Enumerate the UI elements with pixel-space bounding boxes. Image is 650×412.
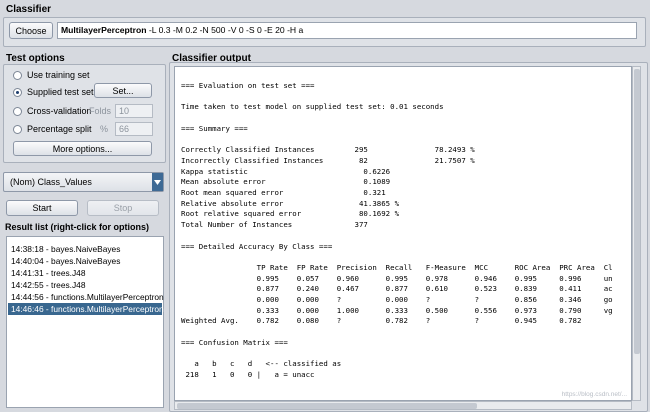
- folds-label: Folds: [89, 106, 112, 116]
- output-line: Relative absolute error 41.3865 %: [181, 198, 400, 208]
- result-list-item[interactable]: 14:44:56 - functions.MultilayerPerceptro…: [8, 291, 164, 303]
- cross-validation-radio[interactable]: [13, 107, 22, 116]
- folds-input[interactable]: 10: [115, 104, 153, 118]
- choose-button[interactable]: Choose: [9, 22, 53, 39]
- percentage-split-label: Percentage split: [27, 124, 92, 134]
- output-line: Root relative squared error 80.1692 %: [181, 209, 400, 219]
- classifier-algorithm-name: MultilayerPerceptron: [61, 25, 147, 35]
- stop-button[interactable]: Stop: [87, 200, 159, 216]
- more-options-button[interactable]: More options...: [13, 141, 152, 156]
- output-line: 0.877 0.240 0.467 0.877 0.610 0.523 0.83…: [181, 284, 613, 294]
- watermark: https://blog.csdn.net/...: [561, 391, 627, 398]
- classifier-config-field[interactable]: MultilayerPerceptron -L 0.3 -M 0.2 -N 50…: [57, 22, 637, 39]
- percent-symbol: %: [100, 124, 109, 134]
- supplied-test-set-radio[interactable]: [13, 88, 22, 97]
- output-line: Mean absolute error 0.1089: [181, 177, 391, 187]
- output-vertical-scrollbar[interactable]: [632, 66, 641, 401]
- output-line: Incorrectly Classified Instances 82 21.7…: [181, 155, 475, 165]
- output-line: 0.000 0.000 ? 0.000 ? ? 0.856 0.346 go: [181, 295, 613, 304]
- result-list-title: Result list (right-click for options): [5, 222, 150, 232]
- result-list-item[interactable]: 14:41:31 - trees.J48: [8, 267, 162, 279]
- output-line: === Summary ===: [181, 123, 248, 133]
- output-line: a b c d <-- classified as: [181, 359, 342, 369]
- class-attribute-value: (Nom) Class_Values: [10, 177, 92, 187]
- percentage-split-radio[interactable]: [13, 125, 22, 134]
- output-line: Kappa statistic 0.6226: [181, 166, 391, 176]
- use-training-set-label: Use training set: [27, 70, 90, 80]
- output-line: Root mean squared error 0.321: [181, 188, 386, 197]
- output-horizontal-scrollbar[interactable]: [174, 401, 632, 410]
- output-line: Weighted Avg. 0.782 0.080 ? 0.782 ? ? 0.…: [181, 316, 582, 326]
- output-line: 0.333 0.000 1.000 0.333 0.500 0.556 0.97…: [181, 305, 613, 315]
- output-line: 0.995 0.057 0.960 0.995 0.978 0.946 0.99…: [181, 273, 613, 283]
- classifier-section-title: Classifier: [6, 4, 52, 15]
- vertical-scroll-thumb[interactable]: [634, 69, 640, 354]
- output-line: Time taken to test model on supplied tes…: [181, 102, 444, 112]
- output-line: === Confusion Matrix ===: [181, 337, 288, 347]
- output-line: 218 1 0 0 | a = unacc: [181, 369, 315, 379]
- result-list-item[interactable]: 14:40:04 - bayes.NaiveBayes: [8, 255, 162, 267]
- dropdown-arrow-icon[interactable]: [152, 173, 163, 191]
- output-line: TP Rate FP Rate Precision Recall F-Measu…: [181, 262, 613, 272]
- classifier-options: -L 0.3 -M 0.2 -N 500 -V 0 -S 0 -E 20 -H …: [146, 25, 304, 35]
- test-options-title: Test options: [6, 53, 65, 64]
- cross-validation-label: Cross-validation: [27, 106, 92, 116]
- output-line: Total Number of Instances 377: [181, 220, 368, 230]
- output-line: === Evaluation on test set ===: [181, 81, 315, 90]
- supplied-test-set-label: Supplied test set: [27, 87, 94, 97]
- set-test-set-button[interactable]: Set...: [94, 83, 152, 98]
- output-line: Correctly Classified Instances 295 78.24…: [181, 145, 475, 155]
- horizontal-scroll-thumb[interactable]: [177, 403, 477, 409]
- classifier-output-text[interactable]: === Evaluation on test set === Time taken…: [174, 66, 632, 401]
- use-training-set-radio[interactable]: [13, 71, 22, 80]
- percentage-input[interactable]: 66: [115, 122, 153, 136]
- result-list-item-selected[interactable]: 14:46:46 - functions.MultilayerPerceptro…: [8, 303, 164, 315]
- result-list-item[interactable]: 14:38:18 - bayes.NaiveBayes: [8, 243, 162, 255]
- start-button[interactable]: Start: [6, 200, 78, 216]
- class-attribute-select[interactable]: (Nom) Class_Values: [3, 172, 164, 192]
- result-list[interactable]: 14:38:18 - bayes.NaiveBayes 14:40:04 - b…: [6, 236, 164, 408]
- result-list-item[interactable]: 14:42:55 - trees.J48: [8, 279, 162, 291]
- output-line: === Detailed Accuracy By Class ===: [181, 241, 333, 251]
